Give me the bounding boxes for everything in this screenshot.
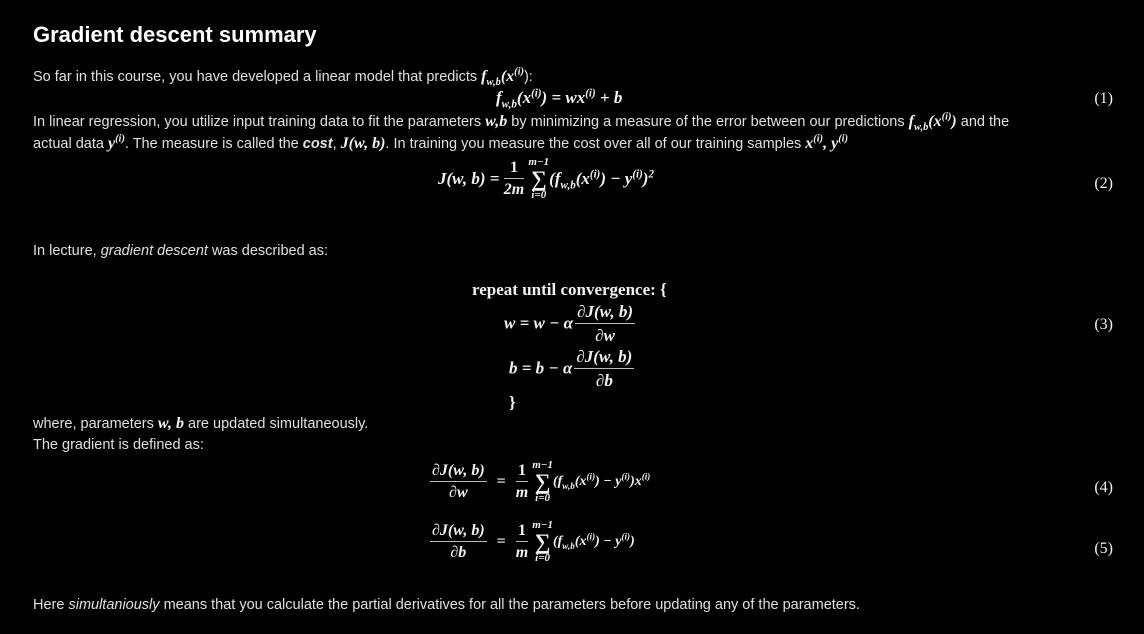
intro-paragraph: So far in this course, you have develope… [33, 66, 533, 89]
summation-symbol: m−1 ∑ i=0 [532, 459, 553, 504]
equation-number-1: (1) [1094, 90, 1113, 107]
fraction: 1 2m [503, 158, 525, 198]
summation-symbol: m−1 ∑ i=0 [528, 156, 550, 201]
summation-symbol: m−1 ∑ i=0 [532, 519, 553, 564]
equation-number-5: (5) [1094, 540, 1113, 557]
equation-3-b-update: b = b − α ∂J(w, b) ∂b [509, 347, 635, 390]
equation-3-w-update: w = w − α ∂J(w, b) ∂w [504, 302, 636, 345]
equation-3-close: } [509, 393, 516, 412]
equation-1: fw,b(x(i)) = wx(i) + b [496, 87, 623, 111]
regression-paragraph-line2: actual data y(i). The measure is called … [33, 133, 849, 152]
equation-4: ∂J(w, b) ∂w = 1m m−1 ∑ i=0 (fw,b(x(i)) − y(i… [430, 459, 651, 504]
page-title: Gradient descent summary [33, 22, 317, 47]
equation-number-2: (2) [1094, 175, 1113, 192]
equation-5: ∂J(w, b) ∂b = 1m m−1 ∑ i=0 (fw,b(x(i)) − y(i… [430, 519, 635, 564]
equation-number-3: (3) [1094, 316, 1113, 333]
equation-3-repeat: repeat until convergence: { [472, 280, 667, 299]
intro-text: So far in this course, you have develope… [33, 69, 482, 85]
gradient-defined-line: The gradient is defined as: [33, 437, 204, 453]
equation-number-4: (4) [1094, 479, 1113, 496]
equation-2: J(w, b) = 1 2m m−1 ∑ i=0 (fw,b(x(i)) − y(i))… [438, 156, 654, 201]
simultaneous-paragraph: where, parameters w, b are updated simul… [33, 415, 369, 432]
footer-paragraph: Here simultaniously means that you calcu… [33, 597, 860, 613]
lecture-paragraph: In lecture, gradient descent was describ… [33, 243, 329, 259]
regression-paragraph-line1: In linear regression, you utilize input … [33, 111, 1010, 134]
